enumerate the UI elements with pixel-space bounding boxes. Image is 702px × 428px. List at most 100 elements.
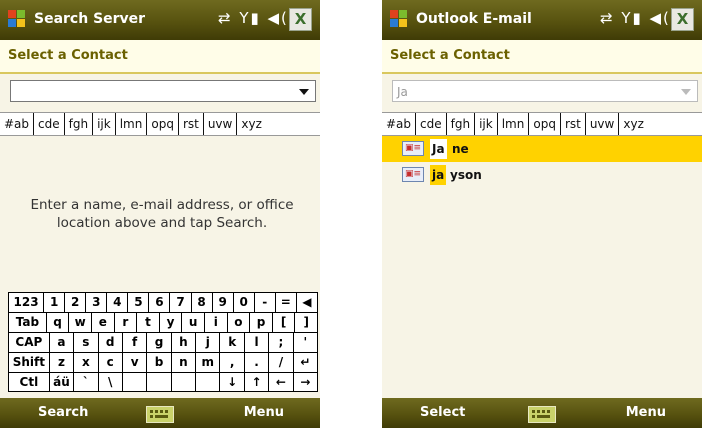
keyboard-key[interactable]: ↓	[220, 372, 245, 392]
windows-start-icon[interactable]	[8, 10, 26, 28]
keyboard-key[interactable]: 7	[170, 292, 192, 312]
tab-rst[interactable]: rst	[561, 113, 586, 135]
keyboard-key[interactable]: ↵	[293, 352, 319, 372]
keyboard-icon[interactable]	[528, 406, 556, 423]
keyboard-key[interactable]: 4	[107, 292, 129, 312]
keyboard-key[interactable]: y	[159, 312, 183, 332]
keyboard-key[interactable]: →	[293, 372, 319, 392]
keyboard-icon[interactable]	[146, 406, 174, 423]
tab-xyz[interactable]: xyz	[619, 113, 648, 135]
keyboard-key[interactable]: q	[46, 312, 70, 332]
tab-cde[interactable]: cde	[34, 113, 65, 135]
tab-ijk[interactable]: ijk	[93, 113, 116, 135]
tab-ijk[interactable]: ijk	[475, 113, 498, 135]
tab-lmn[interactable]: lmn	[116, 113, 148, 135]
keyboard-key[interactable]: e	[91, 312, 115, 332]
keyboard-key[interactable]: ↑	[244, 372, 270, 392]
tab-opq[interactable]: opq	[529, 113, 561, 135]
chevron-down-icon[interactable]	[681, 89, 691, 95]
keyboard-key[interactable]: b	[147, 352, 172, 372]
tab-opq[interactable]: opq	[147, 113, 179, 135]
keyboard-key[interactable]: .	[244, 352, 270, 372]
tab-fgh[interactable]: fgh	[447, 113, 476, 135]
keyboard-key[interactable]: z	[49, 352, 75, 372]
keyboard-key[interactable]	[147, 372, 172, 392]
menu-softkey[interactable]: Menu	[244, 405, 284, 420]
keyboard-key[interactable]: i	[205, 312, 228, 332]
tab-cde[interactable]: cde	[416, 113, 447, 135]
chevron-down-icon[interactable]	[299, 89, 309, 95]
keyboard-key[interactable]: ←	[269, 372, 294, 392]
keyboard-key[interactable]: 8	[191, 292, 213, 312]
keyboard-key[interactable]: /	[269, 352, 294, 372]
keyboard-key[interactable]: v	[122, 352, 148, 372]
search-softkey[interactable]: Search	[38, 405, 88, 420]
keyboard-key[interactable]: Ctl	[8, 372, 50, 392]
tab-uvw[interactable]: uvw	[204, 113, 238, 135]
keyboard-key[interactable]: n	[171, 352, 197, 372]
keyboard-key[interactable]: [	[272, 312, 296, 332]
keyboard-key[interactable]: 1	[44, 292, 66, 312]
keyboard-key[interactable]	[171, 372, 197, 392]
keyboard-key[interactable]: u	[182, 312, 205, 332]
keyboard-key[interactable]: s	[74, 332, 99, 352]
keyboard-key[interactable]: áü	[49, 372, 75, 392]
keyboard-key[interactable]: 5	[128, 292, 150, 312]
keyboard-key[interactable]: CAP	[8, 332, 50, 352]
close-button[interactable]: X	[671, 8, 694, 31]
keyboard-key[interactable]: 2	[65, 292, 87, 312]
keyboard-key[interactable]: d	[98, 332, 123, 352]
keyboard-key[interactable]: ◀	[296, 292, 318, 312]
contact-result-row[interactable]: ▣≡ ja yson	[382, 162, 702, 188]
status-icons[interactable]: ⇄ Y▮ ◀(	[218, 9, 289, 27]
keyboard-key[interactable]: t	[137, 312, 160, 332]
search-combo-box[interactable]: Ja	[392, 80, 698, 102]
keyboard-key[interactable]: 3	[86, 292, 108, 312]
keyboard-key[interactable]: p	[250, 312, 273, 332]
tab-uvw[interactable]: uvw	[586, 113, 620, 135]
tab-xyz[interactable]: xyz	[237, 113, 266, 135]
keyboard-key[interactable]: Shift	[8, 352, 50, 372]
keyboard-key[interactable]: g	[147, 332, 172, 352]
tab-rst[interactable]: rst	[179, 113, 204, 135]
keyboard-row: Tab q w e r t y u i o p[]	[8, 312, 319, 332]
keyboard-key[interactable]: 123	[8, 292, 45, 312]
keyboard-key[interactable]: m	[196, 352, 221, 372]
keyboard-key[interactable]: c	[98, 352, 123, 372]
keyboard-key[interactable]: f	[122, 332, 148, 352]
keyboard-key[interactable]	[196, 372, 221, 392]
keyboard-key[interactable]: '	[293, 332, 319, 352]
keyboard-key[interactable]: k	[220, 332, 245, 352]
tab-fgh[interactable]: fgh	[65, 113, 94, 135]
keyboard-key[interactable]: h	[171, 332, 197, 352]
keyboard-key[interactable]: 0	[233, 292, 255, 312]
keyboard-key[interactable]: =	[275, 292, 297, 312]
keyboard-key[interactable]: x	[74, 352, 99, 372]
keyboard-key[interactable]: 6	[149, 292, 171, 312]
keyboard-key[interactable]: w	[69, 312, 92, 332]
keyboard-key[interactable]: o	[227, 312, 251, 332]
keyboard-key[interactable]: `	[74, 372, 99, 392]
keyboard-key[interactable]: -	[254, 292, 276, 312]
select-softkey[interactable]: Select	[420, 405, 465, 420]
tab-lmn[interactable]: lmn	[498, 113, 530, 135]
tab-ab[interactable]: #ab	[382, 113, 417, 135]
keyboard-key[interactable]: l	[244, 332, 270, 352]
keyboard-key[interactable]: \	[98, 372, 123, 392]
keyboard-key[interactable]: 9	[212, 292, 234, 312]
close-button[interactable]: X	[289, 8, 312, 31]
windows-start-icon[interactable]	[390, 10, 408, 28]
tab-ab[interactable]: #ab	[0, 113, 35, 135]
menu-softkey[interactable]: Menu	[626, 405, 666, 420]
keyboard-key[interactable]: ]	[295, 312, 319, 332]
keyboard-key[interactable]: r	[114, 312, 138, 332]
keyboard-key[interactable]: Tab	[8, 312, 47, 332]
contact-result-row[interactable]: ▣≡ Ja ne	[382, 136, 702, 162]
keyboard-key[interactable]: j	[196, 332, 221, 352]
keyboard-key[interactable]: a	[49, 332, 75, 352]
keyboard-key[interactable]: ;	[269, 332, 294, 352]
keyboard-key[interactable]	[122, 372, 148, 392]
search-combo-box[interactable]	[10, 80, 316, 102]
status-icons[interactable]: ⇄ Y▮ ◀(	[600, 9, 671, 27]
keyboard-key[interactable]: ,	[220, 352, 245, 372]
